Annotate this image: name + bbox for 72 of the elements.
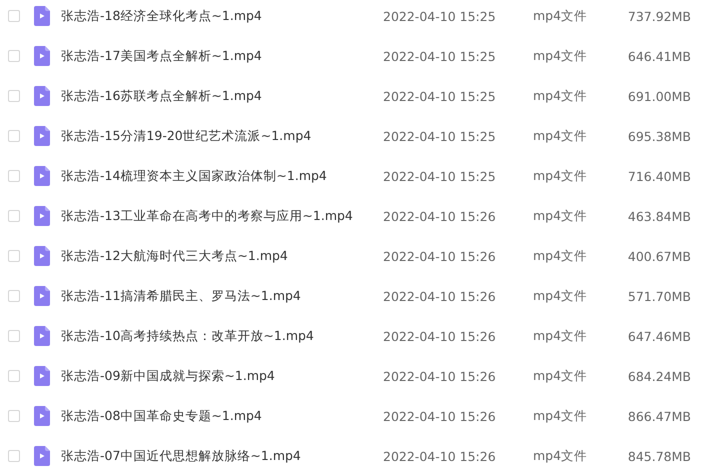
modified-date: 2022-04-10 15:26: [383, 248, 497, 264]
file-size: 400.67MB: [626, 248, 691, 264]
video-file-icon: [34, 326, 50, 346]
modified-date: 2022-04-10 15:26: [383, 328, 497, 344]
file-size: 716.40MB: [626, 168, 691, 184]
file-name[interactable]: 张志浩-10高考持续热点：改革开放~1.mp4: [61, 328, 383, 344]
checkbox[interactable]: [8, 210, 20, 222]
video-file-icon: [34, 286, 50, 306]
modified-date: 2022-04-10 15:25: [383, 8, 497, 24]
checkbox[interactable]: [8, 10, 20, 22]
file-size: 647.46MB: [626, 328, 691, 344]
file-name[interactable]: 张志浩-09新中国成就与探索~1.mp4: [61, 368, 383, 384]
file-name[interactable]: 张志浩-15分清19-20世纪艺术流派~1.mp4: [61, 128, 383, 144]
file-name[interactable]: 张志浩-14梳理资本主义国家政治体制~1.mp4: [61, 168, 383, 184]
file-type: mp4文件: [533, 448, 588, 464]
file-type: mp4文件: [533, 208, 588, 224]
file-name[interactable]: 张志浩-07中国近代思想解放脉络~1.mp4: [61, 448, 383, 464]
checkbox[interactable]: [8, 370, 20, 382]
file-name[interactable]: 张志浩-13工业革命在高考中的考察与应用~1.mp4: [61, 208, 383, 224]
file-size: 463.84MB: [626, 208, 691, 224]
video-file-icon: [34, 46, 50, 66]
file-name[interactable]: 张志浩-17美国考点全解析~1.mp4: [61, 48, 383, 64]
file-size: 866.47MB: [626, 408, 691, 424]
modified-date: 2022-04-10 15:25: [383, 128, 497, 144]
modified-date: 2022-04-10 15:26: [383, 448, 497, 464]
file-type: mp4文件: [533, 328, 588, 344]
checkbox[interactable]: [8, 50, 20, 62]
file-size: 646.41MB: [626, 48, 691, 64]
file-type: mp4文件: [533, 48, 588, 64]
modified-date: 2022-04-10 15:26: [383, 408, 497, 424]
file-size: 737.92MB: [626, 8, 691, 24]
file-size: 845.78MB: [626, 448, 691, 464]
modified-date: 2022-04-10 15:26: [383, 368, 497, 384]
modified-date: 2022-04-10 15:26: [383, 208, 497, 224]
checkbox[interactable]: [8, 410, 20, 422]
checkbox[interactable]: [8, 250, 20, 262]
file-type: mp4文件: [533, 288, 588, 304]
file-size: 691.00MB: [626, 88, 691, 104]
checkbox[interactable]: [8, 290, 20, 302]
video-file-icon: [34, 446, 50, 466]
file-size: 695.38MB: [626, 128, 691, 144]
video-file-icon: [34, 166, 50, 186]
video-file-icon: [34, 86, 50, 106]
modified-date: 2022-04-10 15:26: [383, 288, 497, 304]
file-type: mp4文件: [533, 8, 588, 24]
checkbox[interactable]: [8, 170, 20, 182]
file-name[interactable]: 张志浩-12大航海时代三大考点~1.mp4: [61, 248, 383, 264]
video-file-icon: [34, 406, 50, 426]
file-size: 571.70MB: [626, 288, 691, 304]
checkbox[interactable]: [8, 130, 20, 142]
file-name[interactable]: 张志浩-16苏联考点全解析~1.mp4: [61, 88, 383, 104]
file-type: mp4文件: [533, 408, 588, 424]
file-type: mp4文件: [533, 168, 588, 184]
file-type: mp4文件: [533, 248, 588, 264]
file-type: mp4文件: [533, 88, 588, 104]
file-type: mp4文件: [533, 368, 588, 384]
file-type: mp4文件: [533, 128, 588, 144]
file-name[interactable]: 张志浩-11搞清希腊民主、罗马法~1.mp4: [61, 288, 383, 304]
file-name[interactable]: 张志浩-18经济全球化考点~1.mp4: [61, 8, 383, 24]
modified-date: 2022-04-10 15:25: [383, 168, 497, 184]
video-file-icon: [34, 6, 50, 26]
video-file-icon: [34, 206, 50, 226]
video-file-icon: [34, 126, 50, 146]
video-file-icon: [34, 366, 50, 386]
checkbox[interactable]: [8, 330, 20, 342]
checkbox[interactable]: [8, 90, 20, 102]
modified-date: 2022-04-10 15:25: [383, 88, 497, 104]
video-file-icon: [34, 246, 50, 266]
file-size: 684.24MB: [626, 368, 691, 384]
modified-date: 2022-04-10 15:25: [383, 48, 497, 64]
file-name[interactable]: 张志浩-08中国革命史专题~1.mp4: [61, 408, 383, 424]
checkbox[interactable]: [8, 450, 20, 462]
